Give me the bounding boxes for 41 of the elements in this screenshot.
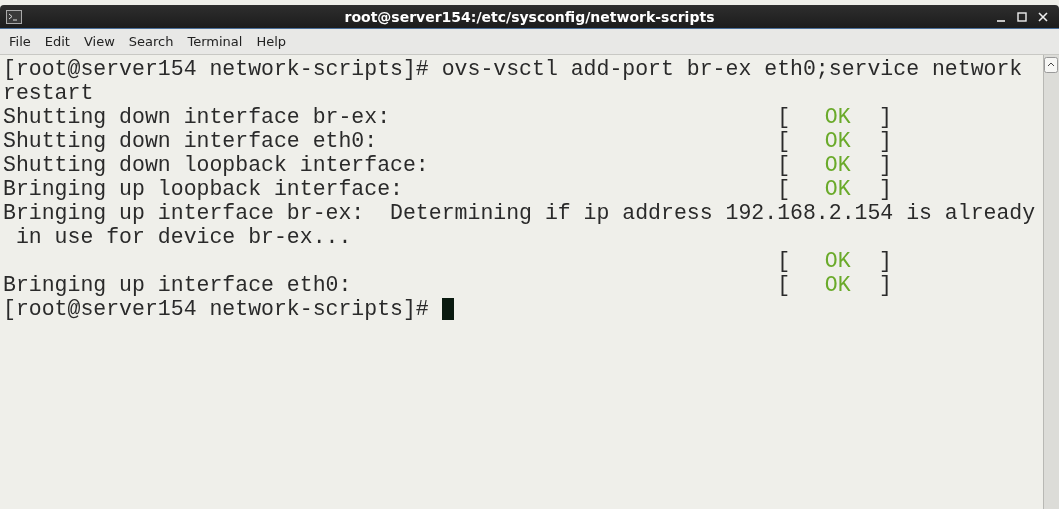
cursor [441, 298, 454, 320]
maximize-icon[interactable] [1016, 10, 1028, 23]
bracket: ] [879, 249, 892, 273]
bracket: [ [777, 273, 791, 297]
terminal-line: Shutting down loopback interface: [3, 153, 429, 177]
status-ok: OK [824, 153, 851, 177]
terminal-line: [root@server154 network-scripts]# ovs-vsctl add-port br-ex eth0;service network [3, 57, 1023, 81]
status-ok: OK [824, 177, 851, 201]
close-icon[interactable] [1037, 10, 1049, 23]
terminal-line: Bringing up loopback interface: [3, 177, 403, 201]
bracket: [ [777, 105, 791, 129]
menu-item[interactable]: View [80, 34, 122, 49]
terminal-line: Bringing up interface br-ex: Determining if ip address 192.168.2.154 is already [3, 201, 1036, 225]
menu-item[interactable]: Edit [41, 34, 77, 49]
scroll-up-icon[interactable] [1044, 57, 1058, 73]
menu-item[interactable]: Help [253, 34, 294, 49]
bracket: [ [777, 129, 791, 153]
terminal-line: Shutting down interface br-ex: [3, 105, 391, 129]
scrollbar[interactable] [1043, 55, 1059, 509]
bracket: ] [879, 153, 892, 177]
bracket: [ [777, 249, 791, 273]
bracket: ] [879, 105, 892, 129]
bracket: [ [777, 177, 791, 201]
terminal-line: in use for device br-ex... [14, 225, 352, 249]
menu-item[interactable]: Search [125, 34, 181, 49]
status-ok: OK [824, 273, 851, 297]
status-ok: OK [824, 249, 851, 273]
terminal-line: Bringing up interface eth0: [3, 273, 352, 297]
terminal-icon [6, 8, 22, 25]
menu-item[interactable]: File [6, 34, 38, 49]
bracket: ] [879, 273, 892, 297]
shell-prompt: [root@server154 network-scripts]# [3, 297, 430, 321]
status-ok: OK [824, 105, 851, 129]
window-title: root@server154:/etc/sysconfig/network-scripts [344, 8, 715, 25]
menu-item[interactable]: Terminal [184, 34, 250, 49]
status-ok: OK [824, 129, 851, 153]
terminal-line: restart [3, 81, 94, 105]
bracket: ] [879, 129, 892, 153]
bracket: ] [879, 177, 892, 201]
terminal-line: Shutting down interface eth0: [3, 129, 378, 153]
bracket: [ [777, 153, 791, 177]
